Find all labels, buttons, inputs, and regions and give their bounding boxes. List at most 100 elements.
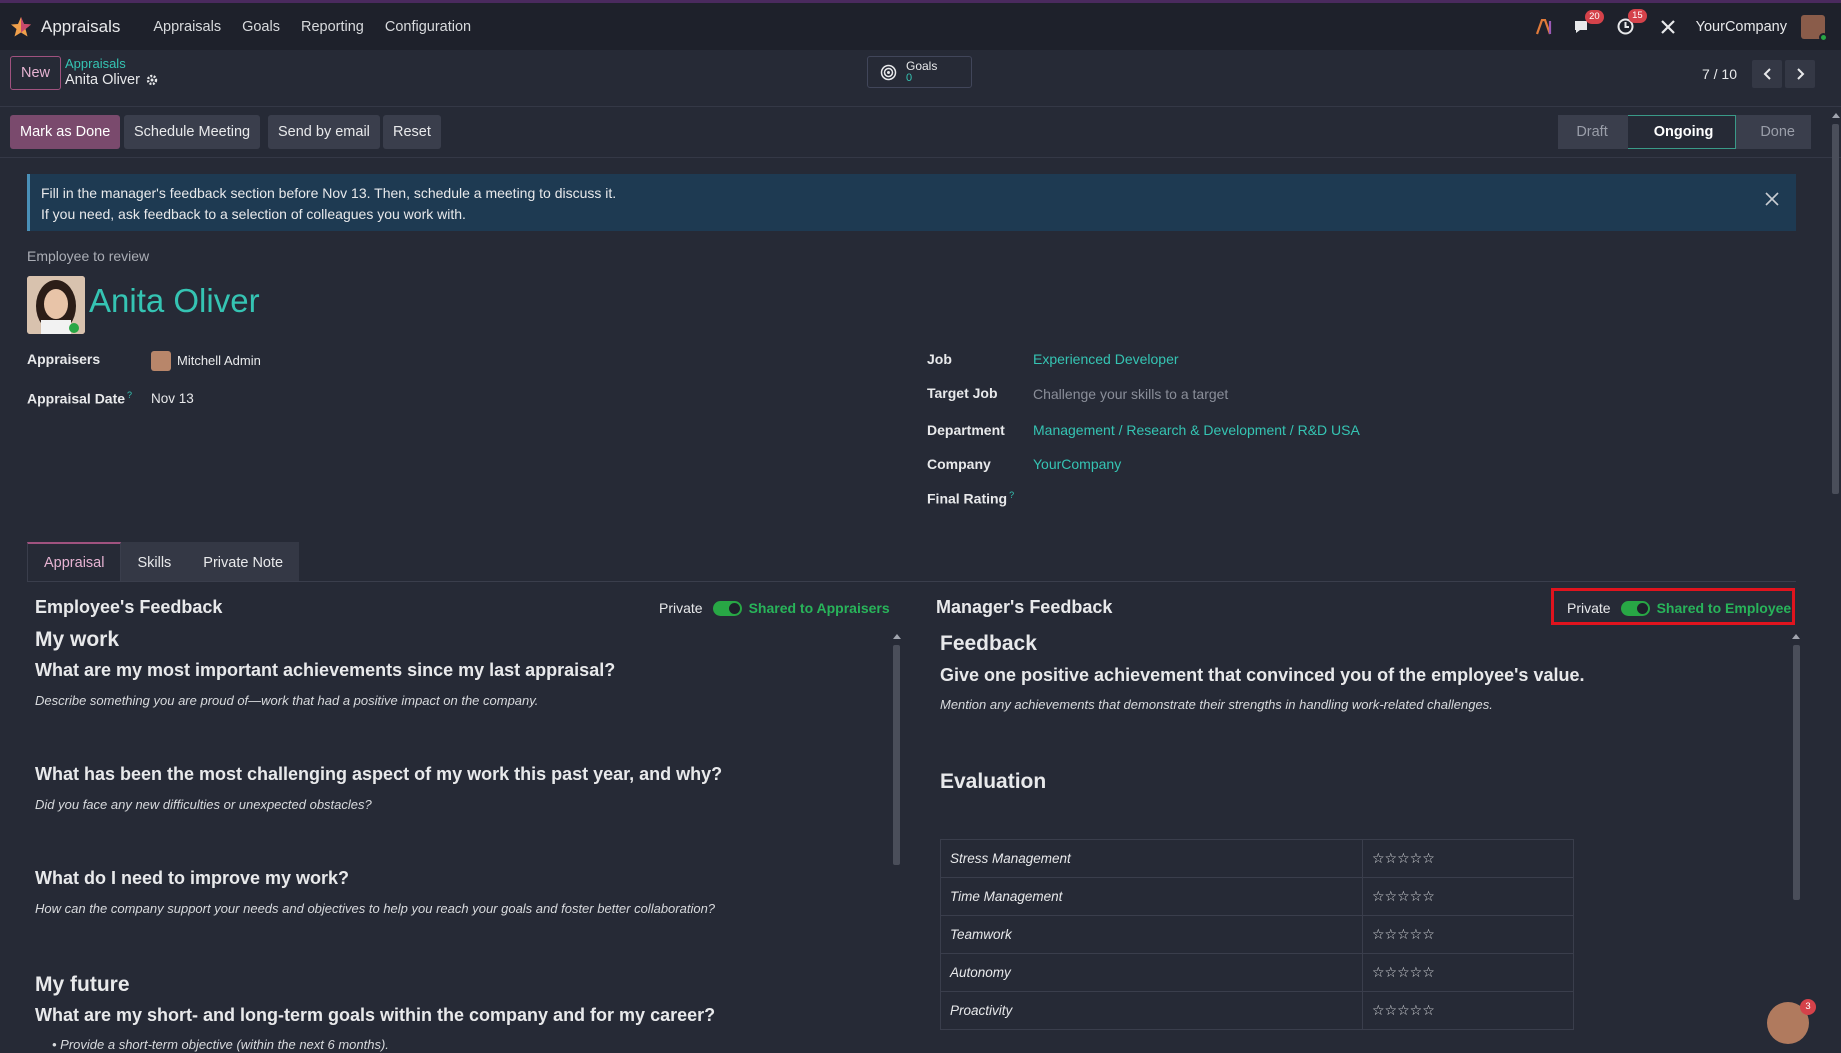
target-icon: [880, 64, 897, 80]
criterion-cell[interactable]: Proactivity: [940, 991, 1363, 1030]
question-heading[interactable]: What are my most important achievements …: [35, 660, 615, 681]
criterion-cell[interactable]: Teamwork: [940, 915, 1363, 954]
new-button[interactable]: New: [10, 56, 62, 90]
question-heading[interactable]: What has been the most challenging aspec…: [35, 764, 722, 785]
chevron-left-icon: [1763, 68, 1771, 80]
final-rating-label-text: Final Rating: [927, 490, 1008, 507]
appraisal-date-field[interactable]: Nov 13: [151, 391, 194, 406]
appraisal-date-label-text: Appraisal Date: [27, 390, 126, 407]
app-brand[interactable]: Appraisals: [10, 16, 120, 38]
employee-feedback-sharing: Private Shared to Appraisers: [659, 600, 890, 616]
close-icon[interactable]: [1762, 189, 1782, 209]
gear-icon[interactable]: [146, 74, 158, 86]
chevron-right-icon: [1796, 68, 1804, 80]
menu-goals[interactable]: Goals: [242, 19, 280, 35]
appraiser-tag[interactable]: Mitchell Admin: [177, 353, 261, 368]
star-rating[interactable]: ☆☆☆☆☆: [1362, 991, 1574, 1030]
target-job-field[interactable]: Challenge your skills to a target: [1033, 386, 1228, 402]
evaluation-heading: Evaluation: [940, 770, 1047, 793]
help-icon[interactable]: ?: [1009, 490, 1014, 500]
stage-ongoing[interactable]: Ongoing: [1627, 115, 1737, 149]
company-label: Company: [927, 456, 991, 472]
tab-divider: [27, 581, 1796, 582]
pager: 7 / 10: [1702, 60, 1815, 88]
manager-feedback-scrollbar[interactable]: [1793, 645, 1800, 900]
company-field[interactable]: YourCompany: [1033, 456, 1121, 472]
goals-count: 0: [906, 72, 913, 84]
scroll-up-arrow[interactable]: [1792, 634, 1800, 639]
tools-icon[interactable]: [1660, 19, 1676, 35]
page-scroll-up-arrow[interactable]: [1832, 113, 1840, 118]
star-rating[interactable]: ☆☆☆☆☆: [1362, 953, 1574, 992]
send-by-email-button[interactable]: Send by email: [268, 115, 380, 149]
my-work-heading: My work: [35, 628, 120, 651]
department-field[interactable]: Management / Research & Development / R&…: [1033, 422, 1360, 438]
menu-reporting[interactable]: Reporting: [301, 19, 364, 35]
pager-counter[interactable]: 7 / 10: [1702, 66, 1737, 82]
page-scrollbar[interactable]: [1832, 124, 1839, 494]
notebook-tabs: Appraisal Skills Private Note: [27, 542, 300, 582]
private-label: Private: [1567, 600, 1611, 616]
messages-icon[interactable]: 20: [1573, 9, 1604, 35]
question-hint[interactable]: Describe something you are proud of—work…: [35, 693, 538, 708]
tab-skills[interactable]: Skills: [121, 542, 188, 582]
job-field[interactable]: Experienced Developer: [1033, 351, 1179, 367]
feedback-heading: Feedback: [940, 632, 1037, 655]
criterion-cell[interactable]: Autonomy: [940, 953, 1363, 992]
star-rating[interactable]: ☆☆☆☆☆: [1362, 877, 1574, 916]
breadcrumb: Appraisals Anita Oliver: [65, 56, 158, 88]
star-rating[interactable]: ☆☆☆☆☆: [1362, 839, 1574, 878]
manager-feedback-sharing: Private Shared to Employee: [1567, 600, 1791, 616]
bullet-item[interactable]: • Provide a short-term objective (within…: [52, 1037, 389, 1052]
star-rating[interactable]: ☆☆☆☆☆: [1362, 915, 1574, 954]
table-row: Teamwork ☆☆☆☆☆: [940, 915, 1574, 954]
question-heading[interactable]: What are my short- and long-term goals w…: [35, 1005, 715, 1026]
table-row: Proactivity ☆☆☆☆☆: [940, 991, 1574, 1030]
manager-feedback-title: Manager's Feedback: [936, 597, 1113, 617]
stage-done[interactable]: Done: [1736, 115, 1811, 149]
company-switcher[interactable]: YourCompany: [1696, 19, 1787, 35]
employee-avatar[interactable]: [27, 276, 85, 334]
ai-icon[interactable]: [1535, 18, 1553, 35]
question-heading[interactable]: What do I need to improve my work?: [35, 868, 349, 889]
criterion-cell[interactable]: Stress Management: [940, 839, 1363, 878]
pager-previous-button[interactable]: [1752, 60, 1782, 88]
activities-clock-icon[interactable]: 15: [1617, 9, 1647, 35]
menu-configuration[interactable]: Configuration: [385, 19, 471, 35]
chat-bot-badge: 3: [1800, 999, 1816, 1015]
scroll-up-arrow[interactable]: [893, 634, 901, 639]
employee-feedback-scrollbar[interactable]: [893, 645, 900, 865]
stage-pipeline: Draft Ongoing Done: [1558, 115, 1811, 149]
tab-appraisal[interactable]: Appraisal: [27, 542, 122, 582]
question-hint[interactable]: How can the company support your needs a…: [35, 901, 715, 916]
help-icon[interactable]: ?: [127, 390, 132, 400]
tab-private-note[interactable]: Private Note: [187, 542, 300, 582]
shared-to-employee-label: Shared to Employee: [1656, 600, 1792, 616]
activities-count-badge: 15: [1628, 9, 1647, 23]
alert-line-2: If you need, ask feedback to a selection…: [41, 206, 466, 222]
employee-to-review-label: Employee to review: [27, 248, 150, 264]
stage-draft[interactable]: Draft: [1558, 115, 1628, 149]
question-heading[interactable]: Give one positive achievement that convi…: [940, 665, 1584, 686]
question-hint[interactable]: Did you face any new difficulties or une…: [35, 797, 372, 812]
job-label: Job: [927, 351, 952, 367]
pager-next-button[interactable]: [1785, 60, 1815, 88]
top-navbar: Appraisals Appraisals Goals Reporting Co…: [0, 0, 1841, 50]
private-label: Private: [659, 600, 703, 616]
schedule-meeting-button[interactable]: Schedule Meeting: [124, 115, 261, 149]
goals-smart-button[interactable]: Goals 0: [867, 56, 972, 88]
record-title: Anita Oliver: [65, 72, 140, 88]
bullet-text: Provide a short-term objective (within t…: [60, 1037, 389, 1052]
question-hint[interactable]: Mention any achievements that demonstrat…: [940, 697, 1493, 712]
employee-name[interactable]: Anita Oliver: [89, 282, 260, 320]
menu-appraisals[interactable]: Appraisals: [153, 19, 221, 35]
share-toggle[interactable]: [712, 600, 742, 616]
share-toggle[interactable]: [1620, 600, 1650, 616]
user-avatar[interactable]: [1801, 14, 1828, 42]
mark-as-done-button[interactable]: Mark as Done: [10, 115, 121, 149]
criterion-cell[interactable]: Time Management: [940, 877, 1363, 916]
reset-button[interactable]: Reset: [383, 115, 441, 149]
breadcrumb-parent[interactable]: Appraisals: [65, 56, 158, 71]
main-menu: Appraisals Goals Reporting Configuration: [132, 19, 471, 35]
department-label: Department: [927, 422, 1005, 438]
